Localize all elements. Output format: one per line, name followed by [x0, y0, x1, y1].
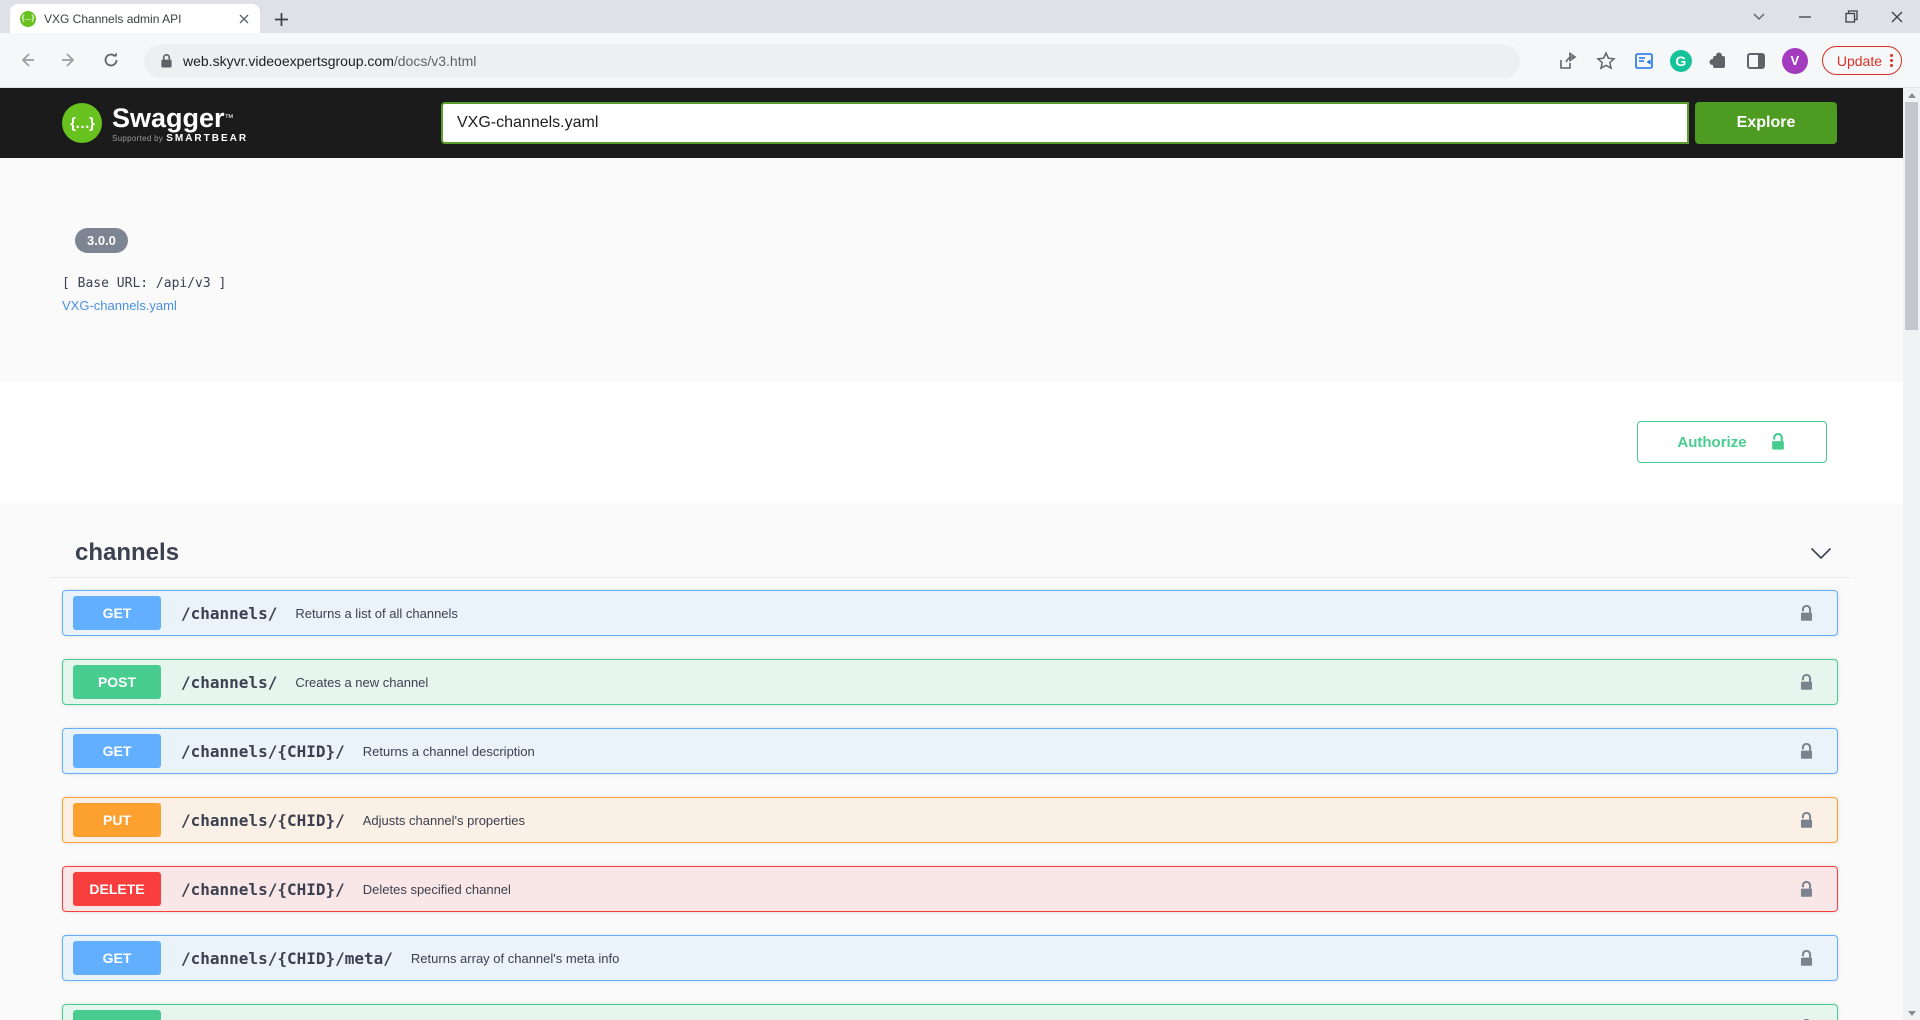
auth-lock-button[interactable]: [1798, 603, 1815, 624]
supported-by-text: Supported by: [112, 134, 163, 143]
tab-close-icon[interactable]: [236, 11, 252, 27]
endpoint-description: Adjusts channel's properties: [363, 813, 525, 828]
restore-icon[interactable]: [1828, 0, 1874, 33]
scheme-container: Authorize: [0, 382, 1920, 503]
new-tab-button[interactable]: [268, 6, 294, 32]
grammarly-icon[interactable]: G: [1670, 50, 1692, 72]
method-badge[interactable]: DELETE: [73, 872, 161, 906]
minimize-icon[interactable]: [1782, 0, 1828, 33]
endpoint-path: /channels/{CHID}/: [181, 811, 345, 830]
scroll-up-icon[interactable]: [1903, 88, 1920, 102]
reading-list-extension-icon[interactable]: [1632, 49, 1656, 73]
https-lock-icon: [160, 53, 173, 69]
toolbar-right-icons: G V Update: [1556, 33, 1902, 88]
endpoint-path: /channels/: [181, 673, 277, 692]
section-collapse-chevron-icon[interactable]: [1810, 547, 1832, 560]
auth-lock-button[interactable]: [1798, 1017, 1815, 1020]
unlock-icon: [1798, 948, 1815, 969]
unlock-icon: [1798, 741, 1815, 762]
endpoint-path: /channels/: [181, 604, 277, 623]
endpoint-description: Deletes specified channel: [363, 882, 511, 897]
swagger-topbar: {…} Swagger™ Supported bySMARTBEAR Explo…: [0, 88, 1920, 158]
chrome-update-button[interactable]: Update: [1822, 46, 1902, 75]
endpoint-description: Returns a channel description: [363, 744, 535, 759]
url-domain: web.skyvr.videoexpertsgroup.com: [183, 53, 394, 69]
spec-url-input[interactable]: [441, 102, 1689, 144]
reload-icon[interactable]: [94, 43, 128, 77]
forward-icon[interactable]: [52, 43, 86, 77]
method-badge[interactable]: GET: [73, 941, 161, 975]
url-bar[interactable]: web.skyvr.videoexpertsgroup.com/docs/v3.…: [144, 44, 1520, 78]
endpoint-description: Returns a list of all channels: [295, 606, 458, 621]
endpoint-row[interactable]: PUT /channels/{CHID}/ Adjusts channel's …: [62, 797, 1838, 843]
share-icon[interactable]: [1556, 49, 1580, 73]
endpoint-description: Creates a new channel: [295, 675, 428, 690]
update-label: Update: [1837, 53, 1882, 69]
explore-button[interactable]: Explore: [1695, 102, 1837, 144]
browser-titlebar: {…} VXG Channels admin API: [0, 0, 1920, 33]
section-header-channels[interactable]: channels: [50, 503, 1850, 578]
swagger-favicon-icon: {…}: [20, 11, 36, 27]
profile-avatar[interactable]: V: [1782, 48, 1808, 74]
smartbear-brand: SMARTBEAR: [166, 133, 248, 144]
auth-lock-button[interactable]: [1798, 741, 1815, 762]
authorize-button[interactable]: Authorize: [1637, 421, 1827, 463]
endpoint-row[interactable]: DELETE /channels/{CHID}/ Deletes specifi…: [62, 866, 1838, 912]
swagger-tm: ™: [225, 113, 234, 123]
tab-search-chevron-icon[interactable]: [1736, 0, 1782, 33]
scrollbar-thumb[interactable]: [1905, 102, 1918, 330]
unlock-icon: [1798, 879, 1815, 900]
unlock-icon: [1798, 810, 1815, 831]
auth-lock-button[interactable]: [1798, 672, 1815, 693]
side-panel-icon[interactable]: [1744, 49, 1768, 73]
swagger-logo-icon: {…}: [62, 103, 102, 143]
scroll-down-icon[interactable]: [1903, 1006, 1920, 1020]
section-title: channels: [75, 539, 1810, 567]
endpoint-description: Returns array of channel's meta info: [411, 951, 619, 966]
endpoint-row[interactable]: GET /channels/ Returns a list of all cha…: [62, 590, 1838, 636]
bookmark-star-icon[interactable]: [1594, 49, 1618, 73]
base-url-text: [ Base URL: /api/v3 ]: [62, 276, 226, 291]
auth-lock-button[interactable]: [1798, 879, 1815, 900]
browser-tab[interactable]: {…} VXG Channels admin API: [10, 4, 260, 33]
auth-lock-button[interactable]: [1798, 810, 1815, 831]
api-info-section: 3.0.0 [ Base URL: /api/v3 ] VXG-channels…: [0, 158, 1920, 382]
method-badge[interactable]: GET: [73, 596, 161, 630]
unlock-icon: [1798, 1017, 1815, 1020]
supported-by-line: Supported bySMARTBEAR: [112, 133, 248, 144]
authorize-label: Authorize: [1677, 434, 1746, 451]
method-badge[interactable]: GET: [73, 734, 161, 768]
url-path: /docs/v3.html: [394, 53, 476, 69]
url-text: web.skyvr.videoexpertsgroup.com/docs/v3.…: [183, 53, 476, 69]
spec-file-link[interactable]: VXG-channels.yaml: [62, 298, 177, 313]
endpoint-path: /channels/{CHID}/: [181, 742, 345, 761]
endpoint-row[interactable]: POST /channels/ Creates a new channel: [62, 659, 1838, 705]
back-icon[interactable]: [10, 43, 44, 77]
unlock-icon: [1798, 672, 1815, 693]
operations-section: channels GET /channels/ Returns a list o…: [0, 503, 1920, 1019]
window-controls: [1736, 0, 1920, 33]
swagger-wordmark: Swagger™ Supported bySMARTBEAR: [112, 103, 248, 144]
extensions-puzzle-icon[interactable]: [1706, 49, 1730, 73]
endpoint-list: GET /channels/ Returns a list of all cha…: [50, 578, 1850, 1020]
swagger-brand-name: Swagger: [112, 103, 225, 133]
endpoint-path: /channels/{CHID}/meta/: [181, 949, 393, 968]
tab-title: VXG Channels admin API: [44, 12, 236, 26]
close-window-icon[interactable]: [1874, 0, 1920, 33]
browser-toolbar: web.skyvr.videoexpertsgroup.com/docs/v3.…: [0, 33, 1920, 88]
endpoint-row[interactable]: POST: [62, 1004, 1838, 1020]
browser-menu-icon[interactable]: [1890, 54, 1893, 67]
method-badge[interactable]: POST: [73, 665, 161, 699]
endpoint-row[interactable]: GET /channels/{CHID}/ Returns a channel …: [62, 728, 1838, 774]
unlock-icon: [1798, 603, 1815, 624]
method-badge[interactable]: POST: [73, 1010, 161, 1020]
method-badge[interactable]: PUT: [73, 803, 161, 837]
swagger-logo: {…} Swagger™ Supported bySMARTBEAR: [62, 103, 248, 144]
openapi-version-badge: 3.0.0: [75, 228, 128, 253]
endpoint-row[interactable]: GET /channels/{CHID}/meta/ Returns array…: [62, 935, 1838, 981]
endpoint-path: /channels/{CHID}/: [181, 880, 345, 899]
page-scrollbar[interactable]: [1903, 88, 1920, 1020]
auth-lock-button[interactable]: [1798, 948, 1815, 969]
unlock-icon: [1769, 431, 1787, 453]
